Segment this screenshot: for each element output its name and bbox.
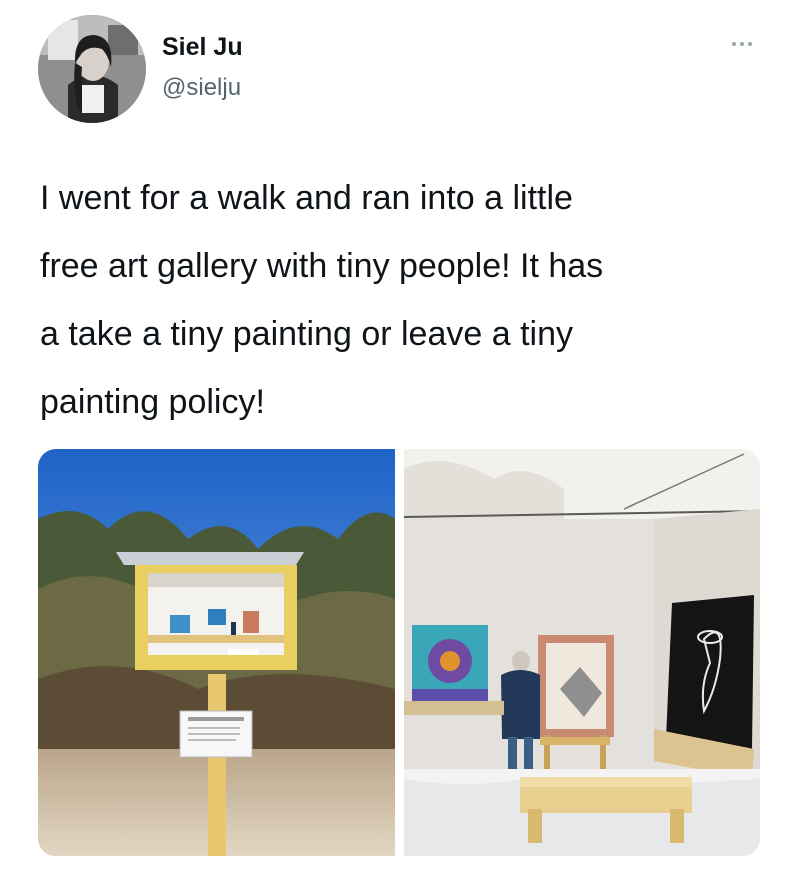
more-dot (740, 42, 744, 46)
photo-tiny-gallery-interior[interactable] (404, 449, 760, 856)
tweet-card: Siel Ju @sielju I went for a walk and ra… (0, 0, 798, 890)
media-grid (38, 449, 760, 856)
gallery-box-photo (38, 449, 395, 856)
photo-little-free-art-gallery-box[interactable] (38, 449, 395, 856)
avatar[interactable] (38, 15, 146, 123)
author-display-name[interactable]: Siel Ju (162, 33, 243, 62)
more-dot (748, 42, 752, 46)
author-handle[interactable]: @sielju (162, 74, 241, 102)
gallery-interior-photo (404, 449, 760, 856)
tweet-text: I went for a walk and ran into a little … (40, 179, 604, 421)
avatar-photo (38, 15, 146, 123)
more-dot (732, 42, 736, 46)
more-options-icon[interactable] (722, 34, 762, 54)
